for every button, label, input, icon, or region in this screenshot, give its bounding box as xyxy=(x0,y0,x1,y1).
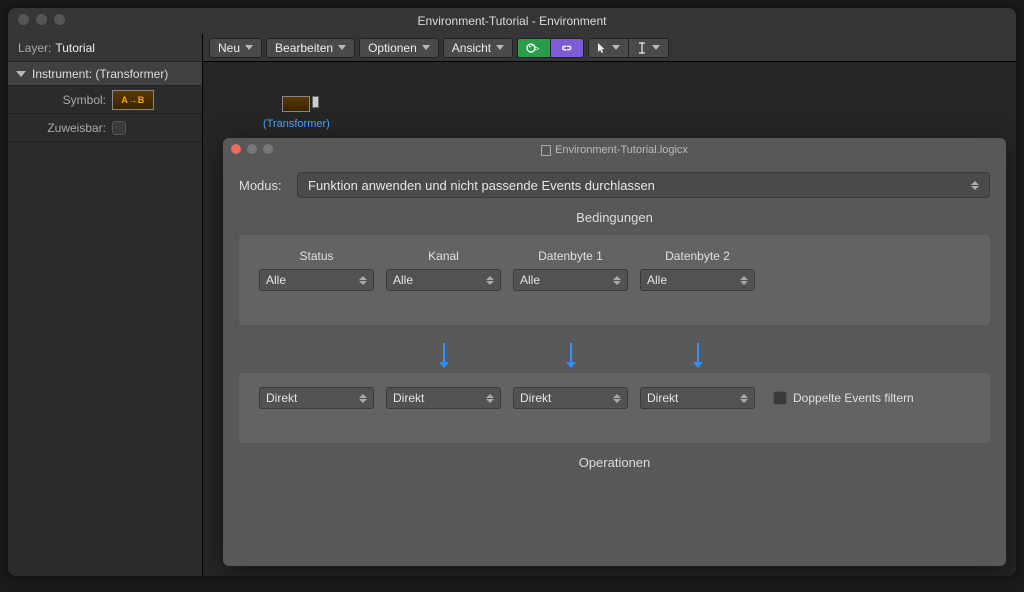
flow-arrows xyxy=(239,335,990,363)
kanal-operation-select[interactable]: Direkt xyxy=(386,387,501,409)
kanal-header: Kanal xyxy=(428,249,459,263)
stepper-icon xyxy=(740,276,748,285)
inspector-sidebar: Layer: Tutorial Instrument: (Transformer… xyxy=(8,34,203,576)
chevron-down-icon xyxy=(422,45,430,50)
window-controls[interactable] xyxy=(18,14,65,25)
close-icon[interactable] xyxy=(18,14,29,25)
toolbar: Neu Bearbeiten Optionen Ansicht > xyxy=(203,34,1016,62)
assignable-checkbox[interactable] xyxy=(112,121,126,135)
edit-menu[interactable]: Bearbeiten xyxy=(266,38,355,58)
assignable-label: Zuweisbar: xyxy=(8,121,112,135)
assignable-row: Zuweisbar: xyxy=(8,114,202,142)
conditions-panel: Status Alle Kanal Alle Datenbyte 1 Alle xyxy=(239,235,990,325)
minimize-icon[interactable] xyxy=(247,144,257,154)
mode-label: Modus: xyxy=(239,178,287,193)
db1-operation-select[interactable]: Direkt xyxy=(513,387,628,409)
stepper-icon xyxy=(486,394,494,403)
close-icon[interactable] xyxy=(231,144,241,154)
status-operation-select[interactable]: Direkt xyxy=(259,387,374,409)
section-title: Instrument: (Transformer) xyxy=(32,67,168,81)
titlebar: Environment-Tutorial - Environment xyxy=(8,8,1016,34)
stepper-icon xyxy=(359,276,367,285)
symbol-chip[interactable]: A→B xyxy=(112,90,154,110)
minimize-icon[interactable] xyxy=(36,14,47,25)
db1-header: Datenbyte 1 xyxy=(538,249,603,263)
stepper-icon xyxy=(613,394,621,403)
db2-condition-select[interactable]: Alle xyxy=(640,269,755,291)
instrument-section-header[interactable]: Instrument: (Transformer) xyxy=(8,62,202,86)
chevron-down-icon xyxy=(245,45,253,50)
transformer-node[interactable]: (Transformer) xyxy=(263,96,330,130)
sheet-title: Environment-Tutorial.logicx xyxy=(555,144,688,156)
color-link-group: > xyxy=(517,38,584,58)
document-icon xyxy=(541,145,551,156)
stepper-icon xyxy=(613,276,621,285)
stepper-icon xyxy=(740,394,748,403)
options-menu[interactable]: Optionen xyxy=(359,38,439,58)
sheet-titlebar: Environment-Tutorial.logicx xyxy=(223,138,1006,162)
link-button[interactable] xyxy=(550,38,584,58)
mode-value: Funktion anwenden und nicht passende Eve… xyxy=(308,178,655,193)
mode-select[interactable]: Funktion anwenden und nicht passende Eve… xyxy=(297,172,990,198)
pointer-icon xyxy=(597,42,607,54)
view-menu[interactable]: Ansicht xyxy=(443,38,513,58)
filter-duplicates[interactable]: Doppelte Events filtern xyxy=(773,391,914,405)
layer-selector[interactable]: Layer: Tutorial xyxy=(8,34,202,62)
node-output-port[interactable] xyxy=(312,96,319,108)
new-menu[interactable]: Neu xyxy=(209,38,262,58)
filter-label: Doppelte Events filtern xyxy=(793,391,914,405)
layer-label: Layer: xyxy=(18,41,51,55)
mode-row: Modus: Funktion anwenden und nicht passe… xyxy=(239,172,990,198)
kanal-condition-select[interactable]: Alle xyxy=(386,269,501,291)
symbol-label: Symbol: xyxy=(8,93,112,107)
pointer-tool[interactable] xyxy=(588,38,629,58)
tool-group xyxy=(588,38,669,58)
chevron-down-icon xyxy=(612,45,620,50)
db2-header: Datenbyte 2 xyxy=(665,249,730,263)
symbol-text: A→B xyxy=(121,95,145,105)
stepper-icon xyxy=(359,394,367,403)
filter-checkbox[interactable] xyxy=(773,391,787,405)
zoom-icon[interactable] xyxy=(263,144,273,154)
color-button[interactable]: > xyxy=(517,38,551,58)
main-area: Neu Bearbeiten Optionen Ansicht > xyxy=(203,34,1016,576)
disclosure-triangle-icon[interactable] xyxy=(16,71,26,77)
node-name: (Transformer) xyxy=(263,118,330,130)
layer-value: Tutorial xyxy=(55,41,95,55)
arrow-down-icon xyxy=(570,343,572,363)
stepper-icon xyxy=(971,181,979,190)
operations-panel: Direkt Direkt Direkt Direkt Doppelte Eve… xyxy=(239,373,990,443)
db2-operation-select[interactable]: Direkt xyxy=(640,387,755,409)
arrow-down-icon xyxy=(697,343,699,363)
conditions-title: Bedingungen xyxy=(239,210,990,225)
text-tool[interactable] xyxy=(628,38,669,58)
transformer-node-icon xyxy=(282,96,310,112)
transformer-sheet: Environment-Tutorial.logicx Modus: Funkt… xyxy=(223,138,1006,566)
palette-icon: > xyxy=(526,42,542,54)
chevron-down-icon xyxy=(652,45,660,50)
operations-title: Operationen xyxy=(239,455,990,470)
arrow-down-icon xyxy=(443,343,445,363)
chevron-down-icon xyxy=(338,45,346,50)
symbol-row: Symbol: A→B xyxy=(8,86,202,114)
chevron-down-icon xyxy=(496,45,504,50)
environment-window: Environment-Tutorial - Environment Layer… xyxy=(8,8,1016,576)
text-cursor-icon xyxy=(637,42,647,54)
stepper-icon xyxy=(486,276,494,285)
window-title: Environment-Tutorial - Environment xyxy=(418,14,607,28)
link-icon xyxy=(559,42,575,54)
sheet-window-controls[interactable] xyxy=(231,144,273,154)
zoom-icon[interactable] xyxy=(54,14,65,25)
environment-canvas[interactable]: (Transformer) Environment-Tutorial.logic… xyxy=(203,62,1016,576)
svg-text:>: > xyxy=(535,46,539,53)
status-header: Status xyxy=(299,249,333,263)
db1-condition-select[interactable]: Alle xyxy=(513,269,628,291)
status-condition-select[interactable]: Alle xyxy=(259,269,374,291)
